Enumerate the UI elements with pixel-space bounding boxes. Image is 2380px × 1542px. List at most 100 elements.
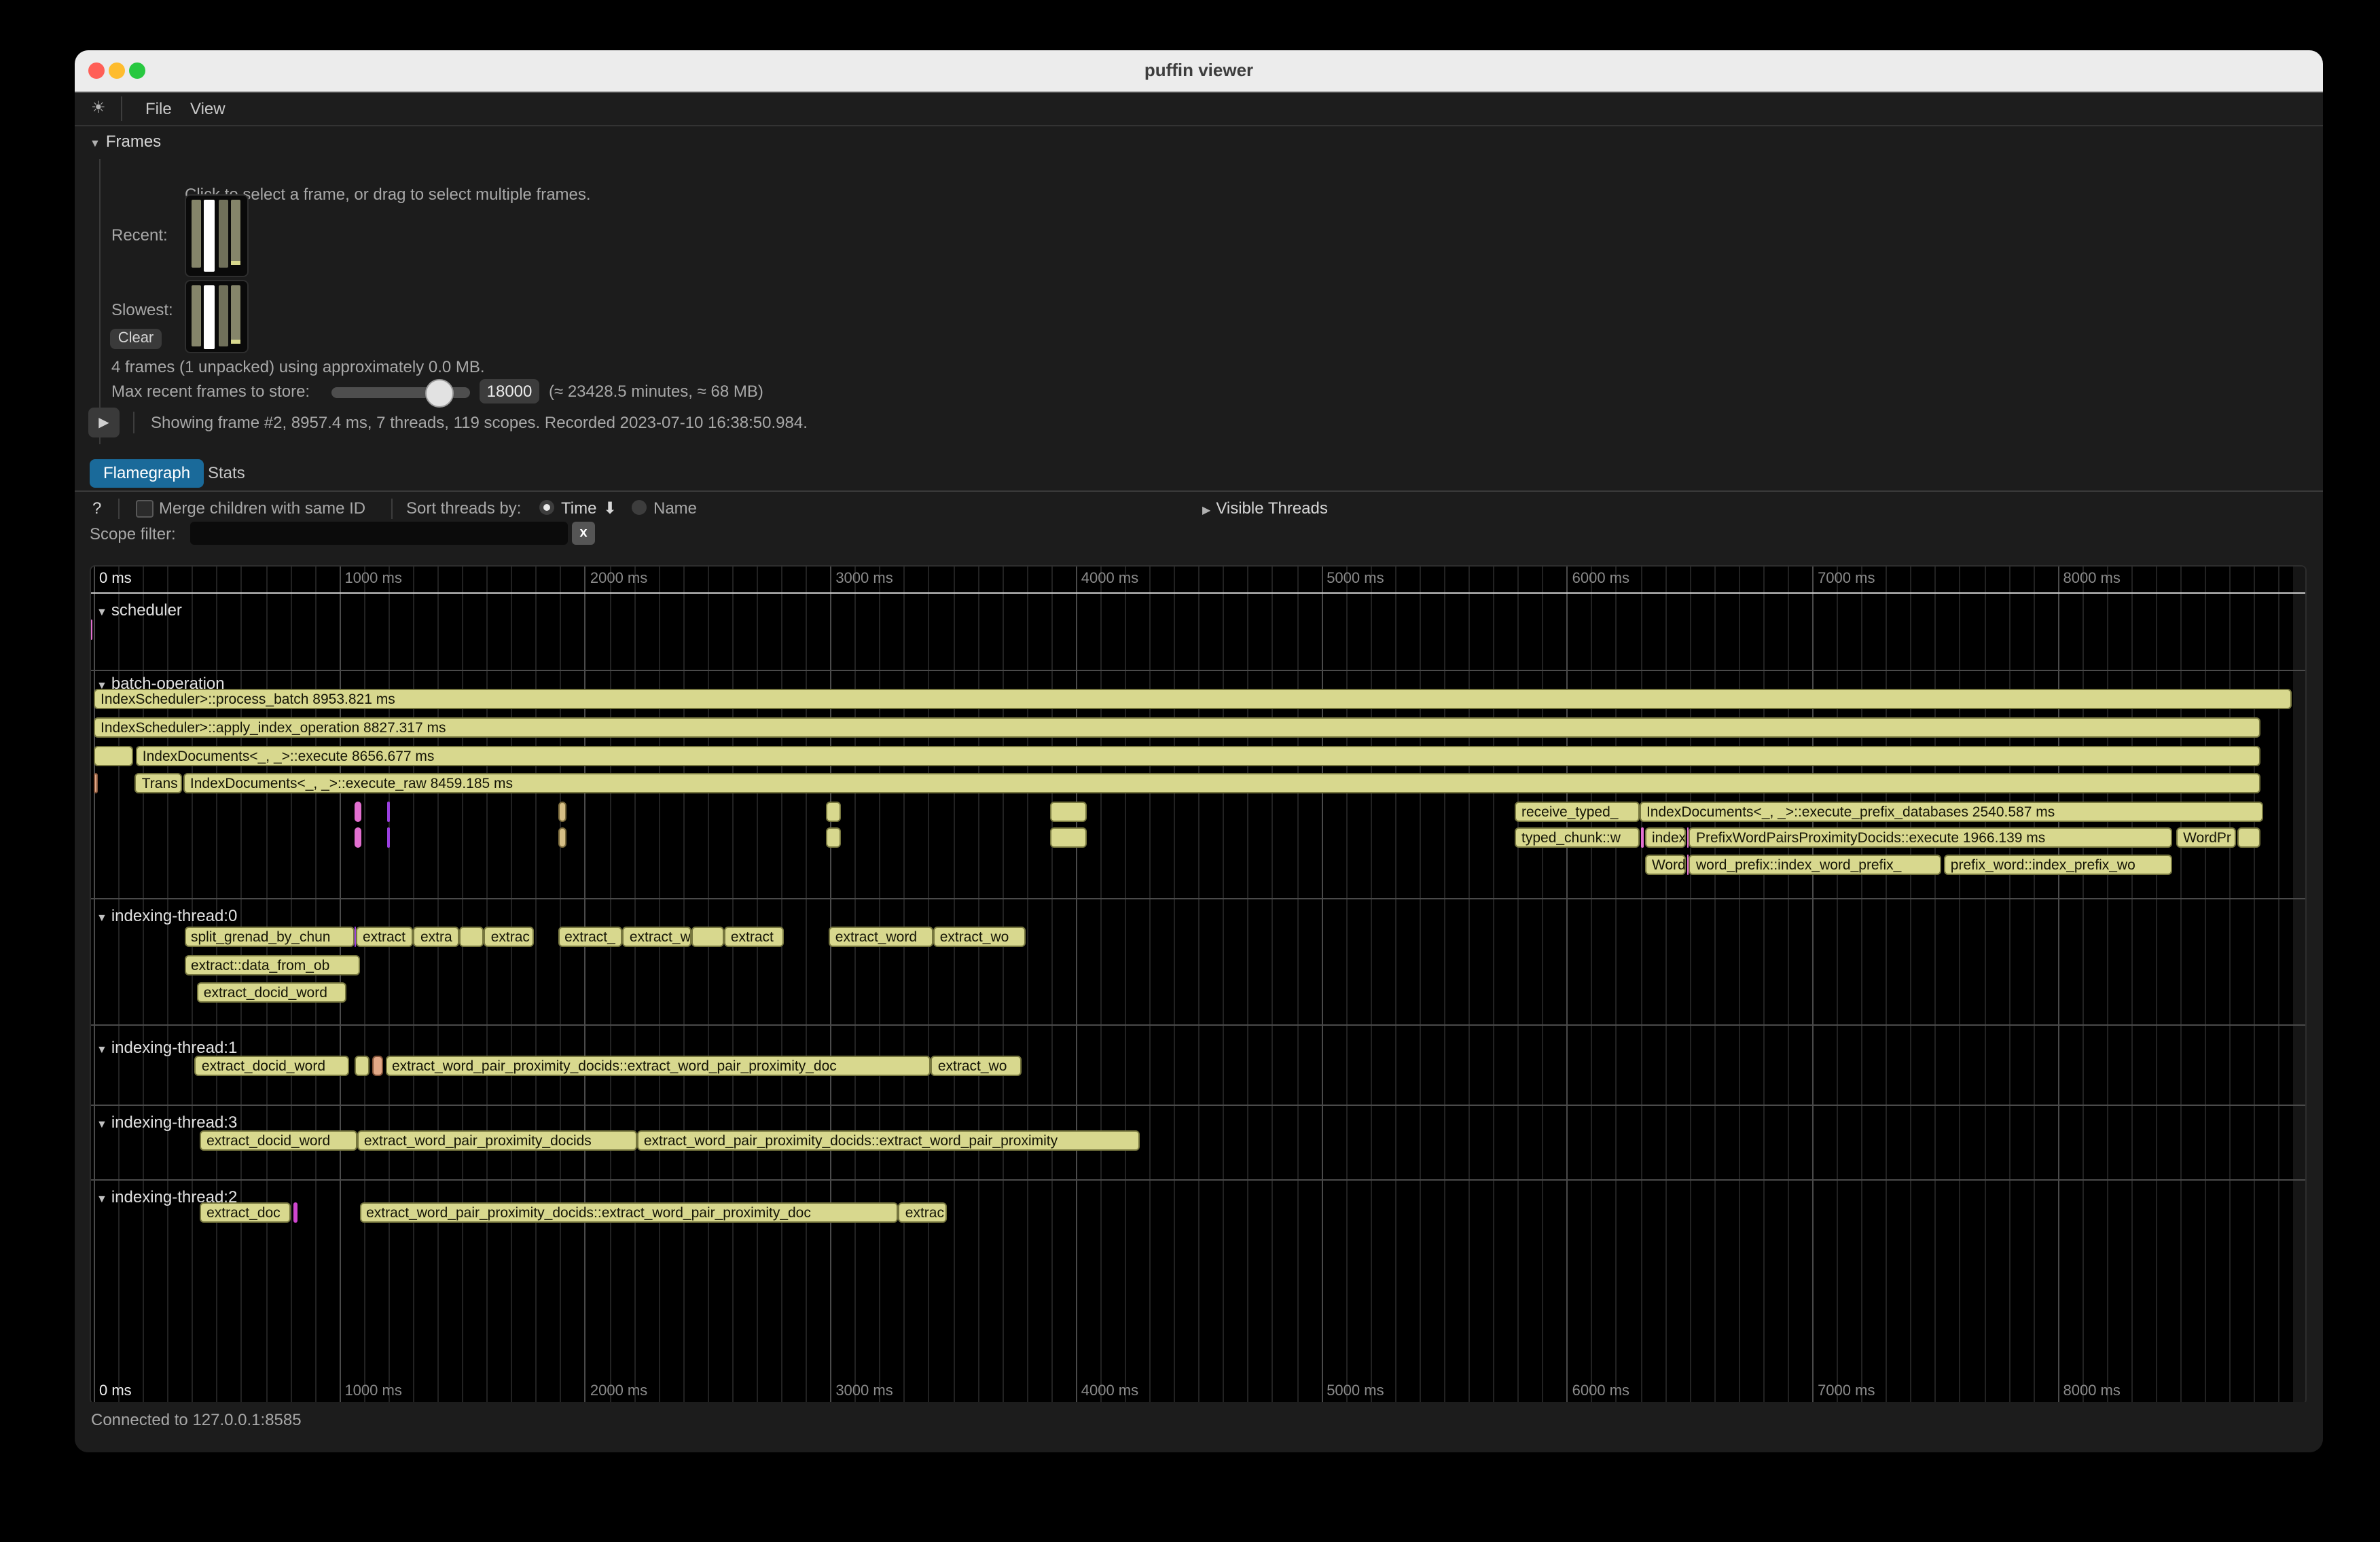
flame-bar[interactable] bbox=[1049, 827, 1087, 847]
flame-bar[interactable] bbox=[558, 827, 566, 847]
flame-bar[interactable] bbox=[90, 620, 92, 640]
flame-bar[interactable] bbox=[386, 827, 390, 847]
flame-bar[interactable]: IndexScheduler>::process_batch 8953.821 … bbox=[94, 688, 2292, 709]
flame-bar[interactable]: extract_doc bbox=[200, 1202, 291, 1223]
frame-bar[interactable] bbox=[192, 200, 201, 268]
tab-flamegraph[interactable]: Flamegraph bbox=[90, 459, 204, 488]
flame-bar[interactable]: extract bbox=[724, 926, 784, 946]
max-frames-value[interactable]: 18000 bbox=[480, 379, 539, 404]
showing-frame-text: Showing frame #2, 8957.4 ms, 7 threads, … bbox=[151, 413, 808, 432]
frames-header[interactable]: ▼Frames bbox=[90, 132, 161, 151]
minimize-button[interactable] bbox=[109, 62, 125, 79]
flame-bar[interactable]: extract_docid_word bbox=[200, 1130, 357, 1150]
sun-icon[interactable]: ☀ bbox=[91, 98, 106, 117]
close-button[interactable] bbox=[88, 62, 105, 79]
menu-view[interactable]: View bbox=[190, 92, 226, 125]
sort-direction-icon[interactable]: ⬇ bbox=[603, 499, 617, 518]
flame-bar[interactable]: IndexDocuments<_, _>::execute_raw 8459.1… bbox=[183, 773, 2260, 793]
flame-bar[interactable]: extract_word_pair_proximity_docids::extr… bbox=[637, 1130, 1140, 1150]
flame-bar[interactable]: extrac bbox=[484, 926, 534, 946]
flame-bar[interactable] bbox=[2237, 827, 2261, 847]
flame-bar[interactable]: extract_word bbox=[829, 926, 933, 946]
tab-stats[interactable]: Stats bbox=[194, 459, 259, 488]
flame-bar[interactable]: extract_wo bbox=[931, 1055, 1022, 1075]
flame-bar[interactable]: PrefixWordPairsProximityDocids::execute … bbox=[1689, 827, 2172, 847]
sort-name-label[interactable]: Name bbox=[653, 499, 697, 518]
clear-button[interactable]: Clear bbox=[110, 329, 162, 349]
sort-time-radio[interactable] bbox=[539, 500, 554, 515]
frame-bar-selected[interactable] bbox=[204, 285, 215, 349]
flame-bar[interactable] bbox=[386, 802, 390, 822]
flame-bar[interactable] bbox=[1049, 802, 1087, 822]
recent-frames-thumbnail[interactable] bbox=[185, 194, 249, 277]
scope-filter-input[interactable] bbox=[190, 522, 568, 545]
thread-header-indexing-thread:0[interactable]: ▼indexing-thread:0 bbox=[96, 906, 237, 925]
sort-name-radio[interactable] bbox=[632, 500, 647, 515]
flame-bar[interactable]: extract_word_pair_proximity_docids bbox=[357, 1130, 637, 1150]
flame-bar[interactable]: extract_word_pair_proximity_docids::extr… bbox=[385, 1055, 931, 1075]
flame-bar[interactable] bbox=[94, 773, 98, 793]
flame-bar[interactable]: WordPr bbox=[2176, 827, 2235, 847]
collapsed-triangle-icon: ▶ bbox=[1202, 504, 1210, 516]
slowest-frames-thumbnail[interactable] bbox=[185, 280, 249, 353]
flame-bar[interactable]: extract_wo bbox=[933, 926, 1026, 946]
help-button[interactable]: ? bbox=[92, 499, 101, 518]
max-frames-slider-knob[interactable] bbox=[425, 379, 454, 408]
flame-bar[interactable]: typed_chunk::w bbox=[1515, 827, 1640, 847]
flame-bar[interactable]: split_grenad_by_chun bbox=[184, 926, 354, 946]
flame-bar[interactable]: receive_typed_ bbox=[1515, 802, 1640, 822]
frame-bar[interactable] bbox=[219, 200, 228, 268]
frame-bar[interactable] bbox=[219, 285, 228, 346]
thread-header-indexing-thread:3[interactable]: ▼indexing-thread:3 bbox=[96, 1113, 237, 1132]
flame-bar[interactable] bbox=[459, 926, 484, 946]
clear-filter-button[interactable]: x bbox=[572, 522, 595, 545]
flame-bar[interactable] bbox=[827, 827, 842, 847]
flame-bar[interactable]: extract_ bbox=[558, 926, 623, 946]
thread-header-scheduler[interactable]: ▼scheduler bbox=[96, 600, 182, 620]
flame-bar[interactable]: Trans bbox=[135, 773, 182, 793]
flamegraph-panel[interactable]: 0 ms0 ms1000 ms1000 ms2000 ms2000 ms3000… bbox=[90, 565, 2307, 1405]
flame-bar[interactable] bbox=[372, 1055, 383, 1075]
flame-bar[interactable] bbox=[354, 802, 361, 822]
frames-indent-line bbox=[99, 159, 101, 444]
flame-bar[interactable]: extract bbox=[356, 926, 414, 946]
frame-bar[interactable] bbox=[192, 285, 201, 346]
flame-bar[interactable] bbox=[692, 926, 724, 946]
flame-bar[interactable]: extrac bbox=[899, 1202, 948, 1223]
flame-bar[interactable] bbox=[293, 1202, 298, 1223]
flame-bar[interactable]: word_prefix::index_word_prefix_ bbox=[1689, 855, 1941, 875]
flame-bar[interactable]: extract_w bbox=[623, 926, 692, 946]
titlebar[interactable]: puffin viewer bbox=[75, 50, 2323, 92]
flame-bar[interactable]: index bbox=[1645, 827, 1686, 847]
flame-bar[interactable]: extra bbox=[414, 926, 459, 946]
ruler-label: 6000 ms bbox=[1572, 1383, 1629, 1399]
flame-bar[interactable] bbox=[94, 745, 134, 766]
frame-bar[interactable] bbox=[231, 285, 240, 344]
ruler-label: 7000 ms bbox=[1818, 1383, 1875, 1399]
play-button[interactable]: ▶ bbox=[88, 408, 120, 437]
flame-bar[interactable]: IndexDocuments<_, _>::execute_prefix_dat… bbox=[1640, 802, 2263, 822]
menu-file[interactable]: File bbox=[145, 92, 172, 125]
flame-bar[interactable]: Word bbox=[1645, 855, 1686, 875]
flame-bar[interactable] bbox=[558, 802, 566, 822]
flame-bar[interactable] bbox=[355, 1055, 370, 1075]
flame-bar[interactable] bbox=[354, 827, 361, 847]
flame-bar[interactable] bbox=[827, 802, 842, 822]
zoom-button[interactable] bbox=[129, 62, 145, 79]
flame-bar[interactable]: prefix_word::index_prefix_wo bbox=[1944, 855, 2172, 875]
frame-bar-selected[interactable] bbox=[204, 200, 215, 272]
sort-time-label[interactable]: Time bbox=[561, 499, 596, 518]
flame-bar[interactable]: extract_docid_word bbox=[195, 1055, 350, 1075]
frame-bar[interactable] bbox=[231, 200, 240, 265]
flame-bar[interactable]: IndexDocuments<_, _>::execute 8656.677 m… bbox=[136, 745, 2261, 766]
flame-bar[interactable]: extract_word_pair_proximity_docids::extr… bbox=[359, 1202, 899, 1223]
flame-bar[interactable]: IndexScheduler>::apply_index_operation 8… bbox=[94, 717, 2261, 737]
flame-bar[interactable] bbox=[1640, 827, 1643, 847]
flame-bar[interactable]: extract::data_from_ob bbox=[184, 954, 360, 975]
flame-bar[interactable]: extract_docid_word bbox=[197, 982, 346, 1002]
merge-checkbox[interactable] bbox=[136, 500, 154, 518]
desktop: puffin viewer ☀ File View ▼Frames Click … bbox=[0, 0, 2380, 1542]
thread-header-indexing-thread:1[interactable]: ▼indexing-thread:1 bbox=[96, 1038, 237, 1057]
flame-bar[interactable] bbox=[354, 926, 355, 946]
visible-threads-header[interactable]: ▶Visible Threads bbox=[1202, 499, 1328, 518]
